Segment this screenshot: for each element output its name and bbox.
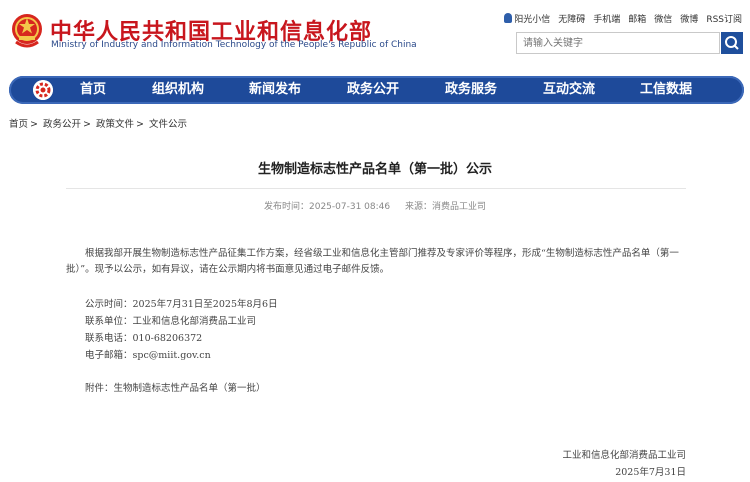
national-emblem-icon — [12, 14, 42, 48]
notice-period: 公示时间：2025年7月31日至2025年8月6日 — [85, 299, 278, 310]
site-header: 中华人民共和国工业和信息化部 Ministry of Industry and … — [0, 0, 750, 72]
nav-item-home[interactable]: 首页 — [80, 76, 106, 104]
toplink-label: 阳光小信 — [514, 15, 551, 25]
article-source: 来源：消费品工业司 — [404, 202, 486, 212]
search-button[interactable] — [721, 32, 743, 54]
signature: 工业和信息化部消费品工业司 — [562, 450, 686, 461]
breadcrumb-policy-files[interactable]: 政策文件 — [96, 119, 134, 130]
attachment-link[interactable]: 附件：生物制造标志性产品名单（第一批） — [85, 380, 266, 394]
contact-unit: 联系单位：工业和信息化部消费品工业司 — [85, 316, 257, 327]
contact-phone: 联系电话：010-68206372 — [85, 333, 203, 344]
site-subtitle: Ministry of Industry and Information Tec… — [51, 40, 417, 50]
breadcrumb: 首页 > 政务公开 > 政策文件 > 文件公示 — [9, 119, 188, 130]
toplink-mobile[interactable]: 手机端 — [593, 12, 620, 25]
search-icon — [725, 36, 739, 50]
miit-logo-icon — [33, 80, 53, 100]
top-links: 阳光小信 无障碍 手机端 邮箱 微信 微博 RSS订阅 — [496, 12, 742, 25]
article-title: 生物制造标志性产品名单（第一批）公示 — [257, 162, 492, 177]
main-nav: 首页 组织机构 新闻发布 政务公开 政务服务 互动交流 工信数据 — [9, 76, 744, 104]
nav-item-data[interactable]: 工信数据 — [640, 76, 692, 104]
toplink-rss[interactable]: RSS订阅 — [706, 12, 742, 25]
title-divider — [66, 188, 686, 189]
nav-item-gov-services[interactable]: 政务服务 — [445, 76, 497, 104]
contact-email: 电子邮箱：spc@miit.gov.cn — [85, 350, 211, 361]
signature-date: 2025年7月31日 — [615, 467, 686, 478]
toplink-sunshine[interactable]: 阳光小信 — [504, 12, 550, 25]
publish-time: 发布时间：2025-07-31 08:46 — [264, 202, 391, 212]
article-meta: 发布时间：2025-07-31 08:46 来源：消费品工业司 — [0, 199, 750, 212]
toplink-accessibility[interactable]: 无障碍 — [558, 12, 585, 25]
nav-item-organization[interactable]: 组织机构 — [152, 76, 204, 104]
nav-item-interaction[interactable]: 互动交流 — [543, 76, 595, 104]
toplink-wechat[interactable]: 微信 — [654, 12, 672, 25]
sunshine-icon — [504, 13, 513, 23]
nav-item-gov-affairs[interactable]: 政务公开 — [347, 76, 399, 104]
breadcrumb-home[interactable]: 首页 — [9, 119, 28, 130]
breadcrumb-gov-affairs[interactable]: 政务公开 — [43, 119, 81, 130]
article-paragraph: 根据我部开展生物制造标志性产品征集工作方案，经省级工业和信息化主管部门推荐及专家… — [66, 248, 679, 275]
search-input[interactable] — [516, 32, 720, 54]
breadcrumb-file-notice[interactable]: 文件公示 — [149, 119, 187, 130]
toplink-weibo[interactable]: 微博 — [680, 12, 698, 25]
nav-item-news[interactable]: 新闻发布 — [249, 76, 301, 104]
toplink-mail[interactable]: 邮箱 — [628, 12, 646, 25]
